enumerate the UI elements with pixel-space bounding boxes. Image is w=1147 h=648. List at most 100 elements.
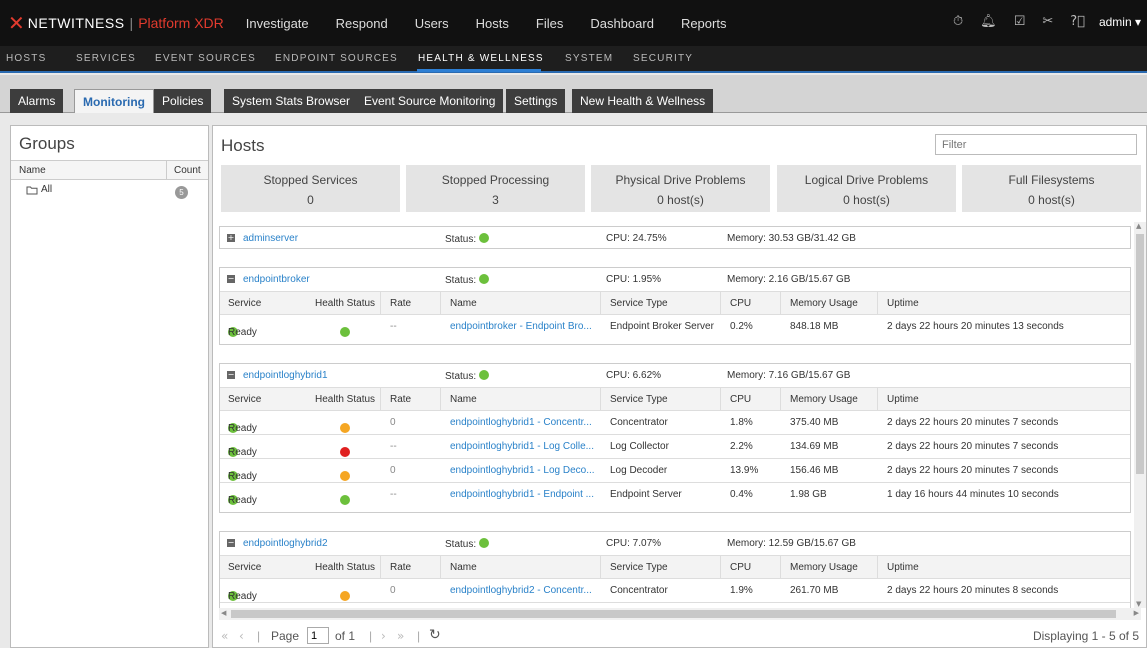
tab-system-stats-browser[interactable]: System Stats Browser: [224, 89, 359, 113]
admin-nav-services[interactable]: SERVICES: [76, 53, 136, 64]
service-name[interactable]: endpointbroker - Endpoint Bro...: [450, 321, 592, 332]
tile-full-filesystems[interactable]: Full Filesystems 0 host(s): [962, 165, 1141, 212]
column-header[interactable]: CPU: [730, 394, 751, 405]
last-page-icon[interactable]: »: [397, 629, 404, 643]
column-header[interactable]: Rate: [390, 394, 411, 405]
service-name-link[interactable]: endpointloghybrid1 - Log Colle...: [450, 441, 594, 452]
checklist-icon[interactable]: ☑: [1014, 14, 1026, 29]
tab-event-source-monitoring[interactable]: Event Source Monitoring: [356, 89, 504, 113]
admin-nav-event-sources[interactable]: EVENT SOURCES: [155, 53, 256, 64]
horizontal-scrollbar[interactable]: ◀ ▶: [219, 608, 1141, 620]
column-header[interactable]: Memory Usage: [790, 298, 858, 309]
column-header[interactable]: Name: [450, 298, 477, 309]
user-menu[interactable]: admin ▾: [1099, 15, 1141, 29]
nav-users[interactable]: Users: [415, 16, 449, 31]
host-name[interactable]: endpointloghybrid1: [243, 370, 328, 381]
column-header[interactable]: Memory Usage: [790, 394, 858, 405]
tab-alarms[interactable]: Alarms: [10, 89, 64, 113]
tile-stopped-processing[interactable]: Stopped Processing 3: [406, 165, 585, 212]
column-header[interactable]: Health Status: [315, 562, 375, 573]
service-name[interactable]: endpointloghybrid1 - Endpoint ...: [450, 489, 594, 500]
tile-logical-drive-problems[interactable]: Logical Drive Problems 0 host(s): [777, 165, 956, 212]
tab-settings[interactable]: Settings: [506, 89, 566, 113]
column-header[interactable]: Name: [450, 562, 477, 573]
service-name-link[interactable]: endpointloghybrid1 - Log Deco...: [450, 465, 595, 476]
service-name[interactable]: endpointloghybrid2 - Concentr...: [450, 585, 592, 596]
timer-icon[interactable]: ⏱: [953, 14, 963, 29]
scroll-up-icon[interactable]: ▲: [1136, 222, 1141, 230]
column-header[interactable]: Uptime: [887, 298, 919, 309]
column-header[interactable]: Service: [228, 298, 261, 309]
vertical-scrollbar[interactable]: ▲ ▼: [1134, 222, 1146, 608]
admin-nav-endpoint-sources[interactable]: ENDPOINT SOURCES: [275, 53, 398, 64]
groups-col-count[interactable]: Count: [166, 161, 201, 179]
column-header[interactable]: Service Type: [610, 562, 668, 573]
host-name[interactable]: endpointloghybrid2: [243, 538, 328, 549]
tab-monitoring[interactable]: Monitoring: [74, 89, 154, 113]
column-header[interactable]: Uptime: [887, 562, 919, 573]
admin-nav-hosts[interactable]: HOSTS: [6, 53, 46, 64]
service-name[interactable]: endpointloghybrid1 - Log Colle...: [450, 441, 594, 452]
nav-files[interactable]: Files: [536, 16, 563, 31]
service-row[interactable]: Ready -- endpointloghybrid1 - Endpoint ...…: [220, 482, 1130, 506]
prev-page-icon[interactable]: ‹: [239, 629, 244, 643]
page-input[interactable]: [307, 627, 329, 644]
nav-investigate[interactable]: Investigate: [246, 16, 309, 31]
logo[interactable]: ✕ NETWITNESS | Platform XDR: [8, 13, 224, 33]
service-name[interactable]: endpointloghybrid1 - Log Deco...: [450, 465, 595, 476]
service-row[interactable]: Ready -- endpointloghybrid1 - Log Colle...…: [220, 434, 1130, 458]
column-header[interactable]: CPU: [730, 562, 751, 573]
tile-physical-drive-problems[interactable]: Physical Drive Problems 0 host(s): [591, 165, 770, 212]
collapse-icon[interactable]: −: [227, 539, 235, 547]
collapse-icon[interactable]: −: [227, 371, 235, 379]
groups-col-name[interactable]: Name: [19, 165, 46, 176]
service-name-link[interactable]: endpointbroker - Endpoint Bro...: [450, 321, 592, 332]
bell-icon[interactable]: 🔔︎: [980, 14, 997, 29]
column-header[interactable]: Service Type: [610, 298, 668, 309]
first-page-icon[interactable]: «: [221, 629, 228, 643]
nav-dashboard[interactable]: Dashboard: [590, 16, 654, 31]
column-header[interactable]: Service Type: [610, 394, 668, 405]
service-name[interactable]: endpointloghybrid1 - Concentr...: [450, 417, 592, 428]
scroll-right-icon[interactable]: ▶: [1134, 609, 1139, 617]
service-row[interactable]: Ready 0 endpointloghybrid1 - Log Deco... Lo…: [220, 458, 1130, 482]
tile-stopped-services[interactable]: Stopped Services 0: [221, 165, 400, 212]
group-item-all[interactable]: All: [26, 184, 52, 195]
scroll-left-icon[interactable]: ◀: [221, 609, 226, 617]
column-header[interactable]: Name: [450, 394, 477, 405]
admin-nav-health-wellness[interactable]: HEALTH & WELLNESS: [418, 53, 544, 64]
filter-input[interactable]: [935, 134, 1137, 155]
host-name[interactable]: endpointbroker: [243, 274, 310, 285]
nav-hosts[interactable]: Hosts: [476, 16, 509, 31]
column-header[interactable]: Rate: [390, 298, 411, 309]
tab-policies[interactable]: Policies: [154, 89, 212, 113]
column-header[interactable]: Health Status: [315, 298, 375, 309]
expand-icon[interactable]: +: [227, 234, 235, 242]
service-row[interactable]: Ready 0 endpointloghybrid2 - Concentr... Co…: [220, 578, 1130, 602]
column-header[interactable]: Uptime: [887, 394, 919, 405]
hscroll-thumb[interactable]: [231, 610, 1116, 618]
nav-reports[interactable]: Reports: [681, 16, 727, 31]
tools-icon[interactable]: ✂: [1042, 14, 1053, 29]
scroll-thumb[interactable]: [1136, 234, 1144, 474]
help-icon[interactable]: ?⃝: [1070, 14, 1085, 29]
column-header[interactable]: CPU: [730, 298, 751, 309]
scroll-down-icon[interactable]: ▼: [1136, 600, 1141, 608]
collapse-icon[interactable]: −: [227, 275, 235, 283]
column-header[interactable]: Rate: [390, 562, 411, 573]
service-name-link[interactable]: endpointloghybrid2 - Concentr...: [450, 585, 592, 596]
host-name[interactable]: adminserver: [243, 233, 298, 244]
service-row[interactable]: Ready 0 endpointloghybrid1 - Concentr... Co…: [220, 410, 1130, 434]
admin-nav-security[interactable]: SECURITY: [633, 53, 693, 64]
service-row[interactable]: Ready -- endpointbroker - Endpoint Bro... E…: [220, 314, 1130, 338]
tab-new-health-wellness[interactable]: New Health & Wellness: [572, 89, 714, 113]
next-page-icon[interactable]: ›: [381, 629, 386, 643]
nav-respond[interactable]: Respond: [336, 16, 388, 31]
service-name-link[interactable]: endpointloghybrid1 - Concentr...: [450, 417, 592, 428]
refresh-icon[interactable]: ↻: [429, 627, 441, 643]
admin-nav-system[interactable]: SYSTEM: [565, 53, 613, 64]
column-header[interactable]: Service: [228, 562, 261, 573]
service-name-link[interactable]: endpointloghybrid1 - Endpoint ...: [450, 489, 594, 500]
column-header[interactable]: Memory Usage: [790, 562, 858, 573]
column-header[interactable]: Service: [228, 394, 261, 405]
